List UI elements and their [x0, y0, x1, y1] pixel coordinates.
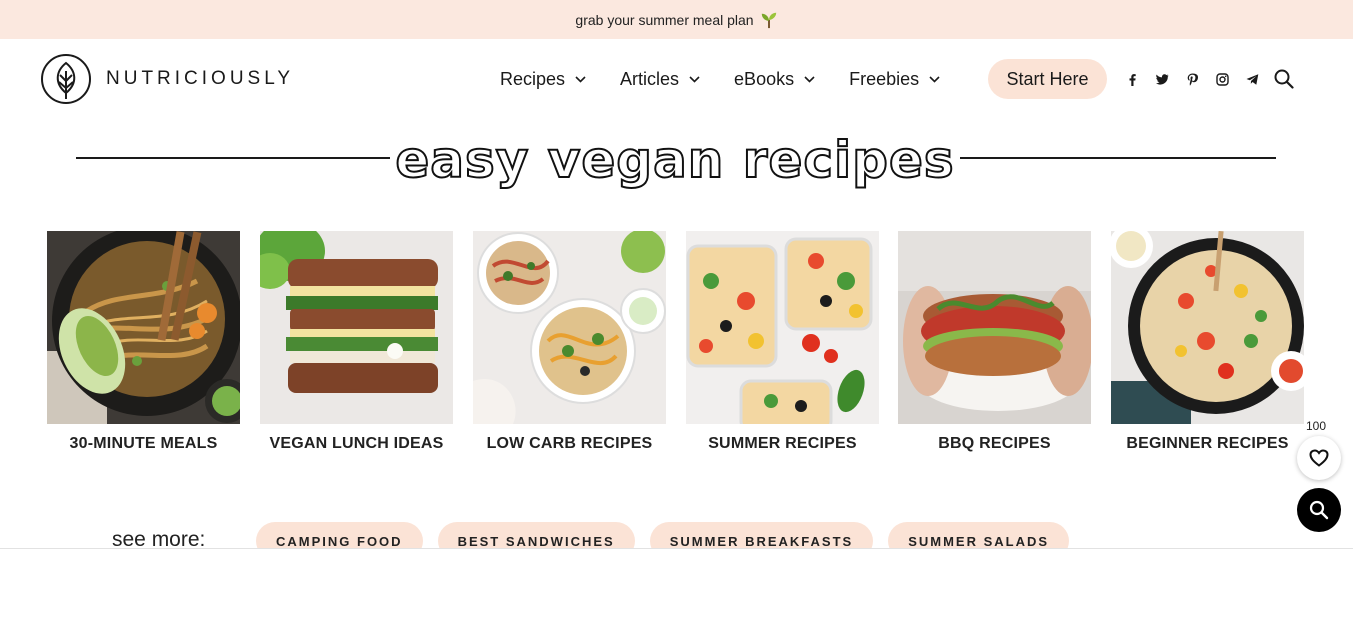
- nav-recipes[interactable]: Recipes: [500, 69, 586, 90]
- card-label: BBQ RECIPES: [938, 435, 1051, 452]
- meal-plan-link[interactable]: grab your summer meal plan: [575, 11, 777, 29]
- nav-label: Freebies: [849, 68, 920, 89]
- chevron-down-icon: [929, 75, 940, 83]
- nav-freebies[interactable]: Freebies: [849, 69, 940, 90]
- card-image: [898, 231, 1091, 424]
- telegram-icon[interactable]: [1245, 72, 1260, 87]
- card-image: [473, 231, 666, 424]
- site-header: NUTRICIOUSLY Recipes Articles eBooks Fre…: [0, 39, 1353, 121]
- card-image: [686, 231, 879, 424]
- ad-placeholder-area: [0, 548, 1353, 623]
- nav-label: eBooks: [734, 68, 795, 89]
- section-title: easy vegan recipes: [394, 130, 955, 190]
- start-here-button[interactable]: Start Here: [988, 59, 1107, 99]
- facebook-icon[interactable]: [1125, 72, 1140, 87]
- twitter-icon[interactable]: [1155, 72, 1170, 87]
- card-label: SUMMER RECIPES: [708, 435, 857, 452]
- announcement-bar: grab your summer meal plan: [0, 0, 1353, 39]
- announcement-text: grab your summer meal plan: [575, 11, 754, 28]
- leaf-logo-icon: [41, 54, 91, 104]
- site-logo[interactable]: NUTRICIOUSLY: [40, 53, 294, 105]
- card-label: BEGINNER RECIPES: [1126, 435, 1289, 452]
- pinterest-icon[interactable]: [1185, 72, 1200, 87]
- section-title-row: easy vegan recipes: [0, 130, 1353, 196]
- category-card-beginner-recipes[interactable]: BEGINNER RECIPES: [1111, 231, 1304, 453]
- chevron-down-icon: [575, 75, 586, 83]
- category-card-bbq-recipes[interactable]: BBQ RECIPES: [898, 231, 1091, 453]
- card-image: [47, 231, 240, 424]
- category-card-low-carb-recipes[interactable]: LOW CARB RECIPES: [473, 231, 666, 453]
- main-nav: Recipes Articles eBooks Freebies: [500, 59, 974, 99]
- divider-left: [76, 157, 390, 159]
- chevron-down-icon: [804, 75, 815, 83]
- card-label: VEGAN LUNCH IDEAS: [269, 435, 444, 452]
- nav-label: Articles: [620, 68, 680, 89]
- nav-articles[interactable]: Articles: [620, 69, 700, 90]
- favorite-button[interactable]: [1297, 436, 1341, 480]
- sprout-icon: [761, 12, 776, 28]
- favorite-count: 100: [1306, 419, 1327, 433]
- chevron-down-icon: [689, 75, 700, 83]
- instagram-icon[interactable]: [1215, 72, 1230, 87]
- heart-icon: [1309, 449, 1329, 467]
- card-label: 30-MINUTE MEALS: [69, 435, 218, 452]
- nav-ebooks[interactable]: eBooks: [734, 69, 815, 90]
- card-image: [1111, 231, 1304, 424]
- card-label: LOW CARB RECIPES: [486, 435, 653, 452]
- category-card-vegan-lunch-ideas[interactable]: VEGAN LUNCH IDEAS: [260, 231, 453, 453]
- site-name: NUTRICIOUSLY: [106, 68, 295, 89]
- card-image: [260, 231, 453, 424]
- floating-search-button[interactable]: [1297, 488, 1341, 532]
- social-links: [1125, 72, 1260, 87]
- search-icon: [1309, 500, 1329, 520]
- category-card-30-minute-meals[interactable]: 30-MINUTE MEALS: [47, 231, 240, 453]
- nav-label: Recipes: [500, 68, 566, 89]
- category-card-summer-recipes[interactable]: SUMMER RECIPES: [686, 231, 879, 453]
- divider-right: [960, 157, 1276, 159]
- search-icon[interactable]: [1274, 69, 1294, 89]
